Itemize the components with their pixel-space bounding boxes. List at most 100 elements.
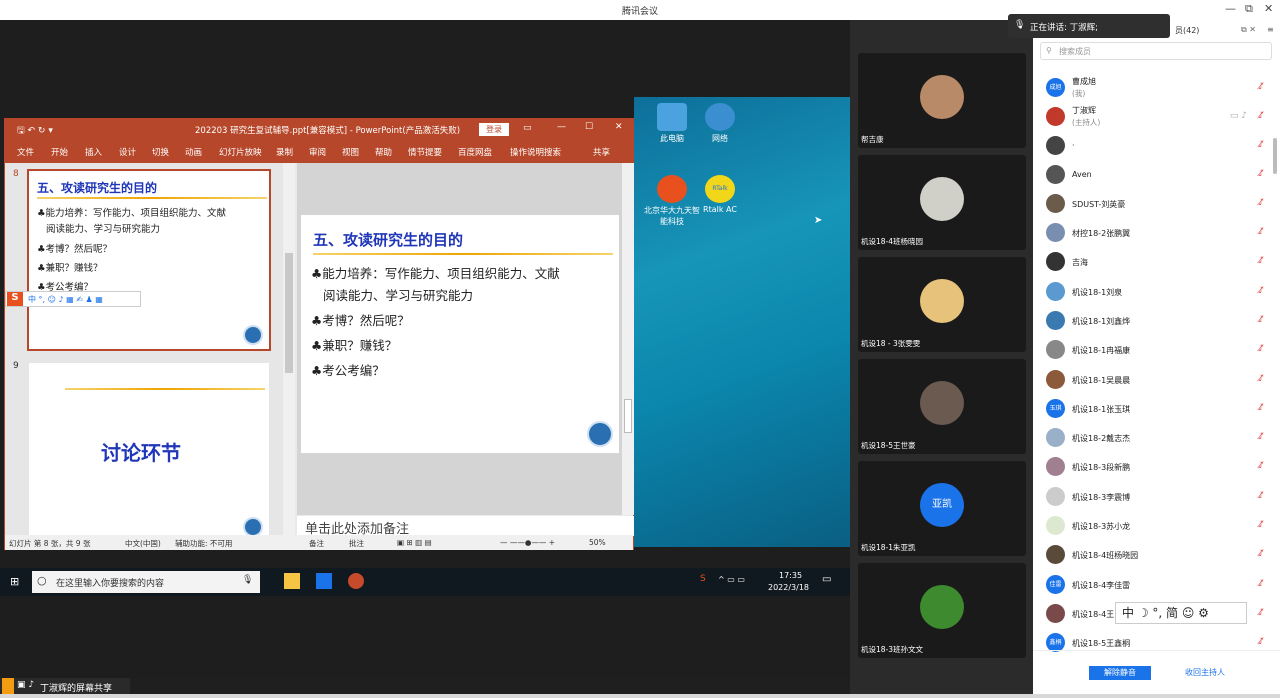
member-row[interactable]: 玉琪 机设18-1张玉琪 ♪̸ <box>1043 395 1273 423</box>
member-row[interactable]: 丁淑辉 (主持人) ▭ ♪ ♪̸ <box>1043 103 1273 131</box>
editor-scrollbar[interactable] <box>622 163 634 515</box>
tab-view[interactable]: 视图 <box>342 146 359 158</box>
member-search-input[interactable]: ⚲ 搜索成员 <box>1040 42 1272 60</box>
slide-thumb-8[interactable]: 五、攻读研究生的目的 ♣能力培养：写作能力、项目组织能力、文献 阅读能力、学习与… <box>27 169 271 351</box>
mic-muted-icon[interactable]: ♪̸ <box>1258 432 1264 442</box>
mic-muted-icon[interactable]: ♪̸ <box>1258 374 1264 384</box>
status-notes[interactable]: 备注 <box>309 538 324 549</box>
tab-help[interactable]: 帮助 <box>375 146 392 158</box>
mic-muted-icon[interactable]: ♪̸ <box>1258 637 1264 647</box>
tencent-meeting-icon[interactable] <box>316 573 332 589</box>
mic-muted-icon[interactable]: ♪̸ <box>1258 82 1264 92</box>
notification-icon[interactable]: ▭ <box>822 574 831 585</box>
share-button[interactable]: 共享 <box>593 146 610 158</box>
member-row[interactable]: 机设18-3李震博 ♪̸ <box>1043 483 1273 511</box>
clock-date[interactable]: 2022/3/18 <box>768 583 809 592</box>
member-row[interactable]: 机设18-1刘泉 ♪̸ <box>1043 278 1273 306</box>
video-tile[interactable]: 机设18 - 3张雯雯 <box>858 257 1026 352</box>
member-row[interactable]: 机设18-3苏小龙 ♪̸ <box>1043 512 1273 540</box>
mic-muted-icon[interactable]: ♪̸ <box>1258 111 1264 121</box>
member-row[interactable]: 机设18-1吴晨晨 ♪̸ <box>1043 366 1273 394</box>
mic-muted-icon[interactable]: ♪̸ <box>1258 286 1264 296</box>
member-row[interactable]: 机设18-2戴志杰 ♪̸ <box>1043 424 1273 452</box>
unmute-all-button[interactable]: 解除静音 <box>1089 666 1151 680</box>
mic-muted-icon[interactable]: ♪̸ <box>1258 256 1264 266</box>
notes-pane[interactable]: 单击此处添加备注 <box>297 516 634 537</box>
taskbar-search[interactable]: ○ 在这里输入你要搜索的内容 🎙 <box>32 571 260 593</box>
member-row[interactable]: 吉海 ♪̸ <box>1043 248 1273 276</box>
quick-access-icon[interactable]: 🖫 ↶ ↻ ▾ <box>17 123 53 139</box>
thumbs-scrollbar[interactable] <box>283 163 295 535</box>
mic-muted-icon[interactable]: ♪̸ <box>1258 344 1264 354</box>
members-scrollbar[interactable] <box>1273 138 1277 174</box>
member-row[interactable]: 机设18-1冉福康 ♪̸ <box>1043 336 1273 364</box>
member-row[interactable]: 鑫桐 机设18-5王鑫桐 ♪̸ <box>1043 629 1273 657</box>
current-slide[interactable]: 五、攻读研究生的目的 ♣能力培养：写作能力、项目组织能力、文献 阅读能力、学习与… <box>301 215 619 453</box>
member-row[interactable]: SDUST-刘英豪 ♪̸ <box>1043 190 1273 218</box>
file-explorer-icon[interactable] <box>284 573 300 589</box>
tab-slideshow[interactable]: 幻灯片放映 <box>219 146 262 158</box>
windows-start-icon[interactable]: ⊞ <box>10 575 19 588</box>
video-tile[interactable]: 机设18-4班杨晓园 <box>858 155 1026 250</box>
video-tile[interactable]: 帮吉康 <box>858 53 1026 148</box>
sogou-tray-icon[interactable]: S <box>700 574 706 584</box>
member-row[interactable]: · ♪̸ <box>1043 132 1273 160</box>
mic-muted-icon[interactable]: ♪̸ <box>1258 315 1264 325</box>
tab-home[interactable]: 开始 <box>51 146 68 158</box>
tab-review[interactable]: 审阅 <box>309 146 326 158</box>
mic-muted-icon[interactable]: ♪̸ <box>1258 608 1264 618</box>
status-comments[interactable]: 批注 <box>349 538 364 549</box>
login-button[interactable]: 登录 <box>479 123 509 136</box>
tab-record[interactable]: 录制 <box>276 146 293 158</box>
menu-icon[interactable]: ≡ <box>1267 25 1274 34</box>
tab-animation[interactable]: 动画 <box>185 146 202 158</box>
video-tile[interactable]: 机设18-3班孙文文 <box>858 563 1026 658</box>
popout-icon[interactable]: ⧉ ✕ <box>1241 25 1256 35</box>
status-accessibility[interactable]: 辅助功能: 不可用 <box>175 538 232 549</box>
minimize-button[interactable]: — <box>1225 2 1236 15</box>
thumbs-scroll-thumb[interactable] <box>285 253 293 373</box>
member-row[interactable]: 材控18-2张鹏翼 ♪̸ <box>1043 219 1273 247</box>
member-row[interactable]: 机设18-4班杨晓园 ♪̸ <box>1043 541 1273 569</box>
tray-icons[interactable]: ^ ▭ ▭ <box>718 575 745 584</box>
mic-muted-icon[interactable]: ♪̸ <box>1258 403 1264 413</box>
tab-file[interactable]: 文件 <box>17 146 34 158</box>
tab-baidu[interactable]: 百度网盘 <box>458 146 492 158</box>
mic-muted-icon[interactable]: ♪̸ <box>1258 520 1264 530</box>
status-language[interactable]: 中文(中国) <box>125 538 161 549</box>
desktop-icon-rtalk[interactable]: RTalk Rtalk AC <box>690 175 750 214</box>
ime-candidate-bar[interactable]: 中 ☽ °, 简 ☺ ⚙ <box>1115 602 1247 624</box>
member-row[interactable]: 佳雷 机设18-4李佳雷 ♪̸ <box>1043 571 1273 599</box>
mic-muted-icon[interactable]: ♪̸ <box>1258 549 1264 559</box>
member-row[interactable]: Aven ♪̸ <box>1043 161 1273 189</box>
video-tile[interactable]: 亚凯 机设18-1朱亚凯 <box>858 461 1026 556</box>
view-buttons-icon[interactable]: ▣ ⊞ ▥ ▤ <box>397 538 432 547</box>
restore-button[interactable]: ⧉ <box>1245 2 1253 16</box>
mic-muted-icon[interactable]: ♪̸ <box>1258 198 1264 208</box>
ime-toolbar[interactable]: S 中 °, ☺ ♪ ▦ ✍ ♟ ▦ <box>5 291 141 307</box>
mic-muted-icon[interactable]: ♪̸ <box>1258 169 1264 179</box>
slide-thumb-9[interactable]: 讨论环节 <box>29 363 269 537</box>
tab-design[interactable]: 设计 <box>119 146 136 158</box>
tab-transition[interactable]: 切换 <box>152 146 169 158</box>
member-row[interactable]: 机设18-3段新鹏 ♪̸ <box>1043 453 1273 481</box>
tab-storyboard[interactable]: 情节提要 <box>408 146 442 158</box>
mic-muted-icon[interactable]: ♪̸ <box>1258 140 1264 150</box>
member-row[interactable]: 成旭 曹成旭 (我) ♪̸ <box>1043 74 1273 102</box>
close-button[interactable]: ✕ <box>1264 2 1273 15</box>
editor-scroll-thumb[interactable] <box>624 399 632 433</box>
ppt-maximize-icon[interactable]: ☐ <box>585 122 593 132</box>
mic-muted-icon[interactable]: ♪̸ <box>1258 227 1264 237</box>
ppt-minimize-icon[interactable]: — <box>557 122 566 132</box>
microphone-icon[interactable]: 🎙 <box>242 575 253 585</box>
clock-time[interactable]: 17:35 <box>779 571 802 580</box>
mic-muted-icon[interactable]: ♪̸ <box>1258 461 1264 471</box>
tell-me-search[interactable]: 操作说明搜索 <box>510 146 561 158</box>
mic-muted-icon[interactable]: ♪̸ <box>1258 491 1264 501</box>
member-row[interactable]: 机设18-1刘鑫烨 ♪̸ <box>1043 307 1273 335</box>
ppt-close-icon[interactable]: ✕ <box>615 122 623 132</box>
desktop-icon-network[interactable]: 网络 <box>690 103 750 144</box>
zoom-slider[interactable]: — ——●—— + <box>500 538 555 547</box>
reclaim-host-button[interactable]: 收回主持人 <box>1165 666 1245 680</box>
ribbon-display-icon[interactable]: ▭ <box>523 123 532 133</box>
